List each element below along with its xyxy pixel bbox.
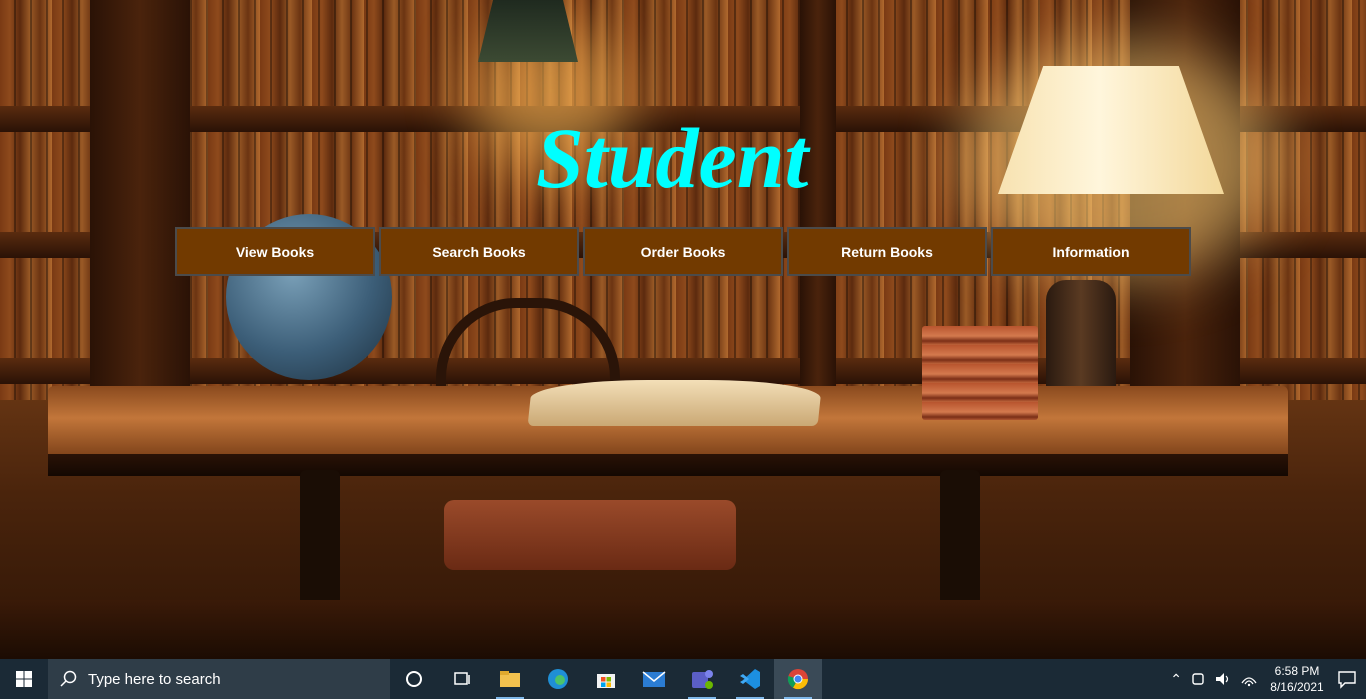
- wall-lamp: [478, 0, 578, 62]
- volume-icon[interactable]: [1214, 671, 1232, 687]
- book-stack: [922, 326, 1038, 420]
- edge-icon: [548, 669, 568, 689]
- store-icon: [597, 674, 615, 688]
- library-background: [0, 0, 1366, 659]
- edge-button[interactable]: [534, 659, 582, 699]
- chrome-button[interactable]: [774, 659, 822, 699]
- cortana-button[interactable]: [390, 659, 438, 699]
- start-button[interactable]: [0, 659, 48, 699]
- vscode-button[interactable]: [726, 659, 774, 699]
- order-books-button[interactable]: Order Books: [583, 227, 783, 276]
- view-books-button[interactable]: View Books: [175, 227, 375, 276]
- mail-button[interactable]: [630, 659, 678, 699]
- chrome-icon: [787, 669, 809, 690]
- floor: [0, 600, 1366, 659]
- chair-seat: [444, 500, 736, 570]
- meet-now-icon[interactable]: [1190, 671, 1206, 687]
- clock-time: 6:58 PM: [1274, 664, 1320, 678]
- system-tray: ⌃ 6:58 PM 8/16/2021: [1170, 659, 1366, 699]
- taskbar: Type here to search ⌃ 6:58 PM 8/16/2021: [0, 659, 1366, 699]
- search-books-button[interactable]: Search Books: [379, 227, 579, 276]
- open-book: [527, 380, 823, 426]
- clock[interactable]: 6:58 PM 8/16/2021: [1266, 663, 1328, 695]
- task-view-button[interactable]: [438, 659, 486, 699]
- taskbar-search-box[interactable]: Type here to search: [48, 659, 390, 699]
- teams-icon: [692, 670, 713, 689]
- windows-icon: [16, 671, 32, 687]
- page-title: Student: [536, 110, 809, 206]
- main-nav: View Books Search Books Order Books Retu…: [175, 227, 1191, 276]
- mail-icon: [642, 671, 666, 687]
- cortana-icon: [406, 671, 422, 687]
- chevron-up-icon[interactable]: ⌃: [1170, 671, 1182, 688]
- shelf-column: [90, 0, 190, 400]
- file-explorer-button[interactable]: [486, 659, 534, 699]
- clock-date: 8/16/2021: [1270, 680, 1324, 694]
- task-view-icon: [454, 672, 470, 685]
- information-button[interactable]: Information: [991, 227, 1191, 276]
- store-button[interactable]: [582, 659, 630, 699]
- teams-button[interactable]: [678, 659, 726, 699]
- return-books-button[interactable]: Return Books: [787, 227, 987, 276]
- file-explorer-icon: [500, 671, 520, 687]
- desk-edge: [48, 454, 1288, 476]
- search-icon: [60, 670, 77, 687]
- search-placeholder: Type here to search: [88, 670, 221, 688]
- vscode-icon: [740, 669, 760, 689]
- wifi-icon[interactable]: [1240, 671, 1258, 687]
- notifications-icon[interactable]: [1336, 669, 1358, 689]
